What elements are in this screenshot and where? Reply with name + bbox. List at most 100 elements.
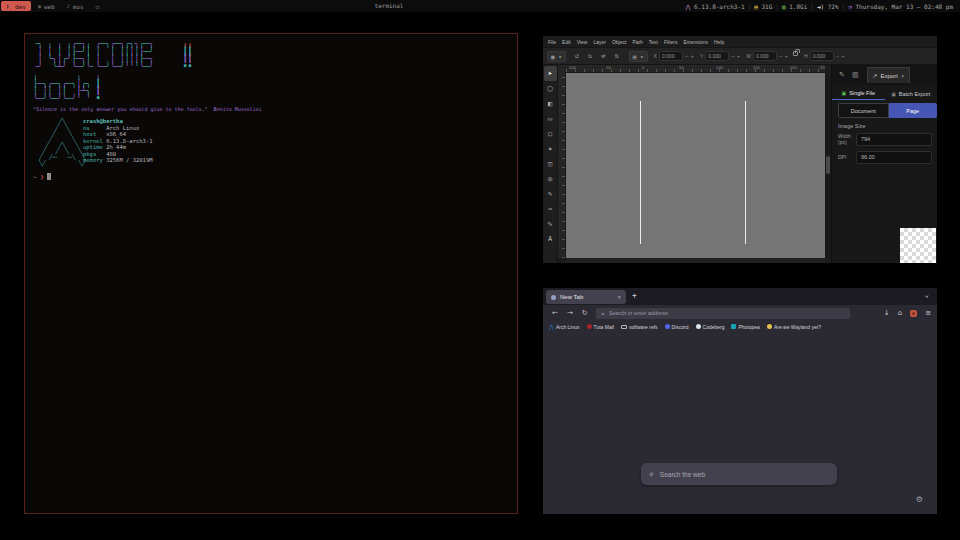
codeberg-icon	[696, 324, 701, 329]
subtab-batch-export[interactable]: ▣Batch Export	[885, 87, 938, 100]
url-bar[interactable]: ⌕ Search or enter address	[596, 308, 850, 320]
fetch-info: crash@bertha os Arch Linux host x86_64 k…	[83, 118, 153, 164]
inkscape-canvas[interactable]	[566, 73, 825, 258]
ram-icon: ▥	[782, 3, 786, 10]
close-export-tab-icon[interactable]: ×	[901, 73, 905, 79]
star-tool[interactable]: ✶	[544, 141, 557, 156]
workspace-dev[interactable]: ❯_dev	[1, 1, 31, 11]
h-input[interactable]: 0.000	[810, 51, 834, 61]
reload-button[interactable]: ↻	[582, 309, 588, 317]
menu-path[interactable]: Path	[632, 39, 642, 45]
menu-layer[interactable]: Layer	[593, 39, 606, 45]
flip-horizontal-icon[interactable]: ⇄	[601, 52, 605, 60]
y-input[interactable]: 0.000	[705, 51, 729, 61]
node-tool[interactable]: ⬡	[544, 81, 557, 96]
active-tab[interactable]: New Tab ×	[546, 290, 626, 304]
pencil-tool[interactable]: ✎	[544, 186, 557, 201]
bookmark-codeberg[interactable]: Codeberg	[696, 324, 725, 330]
rectangle-tool[interactable]: ▭	[544, 111, 557, 126]
extension-icon[interactable]	[910, 310, 917, 317]
workspace-mus[interactable]: ♪mus	[62, 1, 89, 11]
decrement-icon[interactable]: −	[836, 53, 840, 59]
shape-builder-tool[interactable]: ◧	[544, 96, 557, 111]
separator: |	[748, 3, 752, 10]
bookmark-software-refs[interactable]: software refs	[621, 324, 658, 330]
cursor	[47, 173, 51, 180]
flip-vertical-icon[interactable]: ⇅	[615, 52, 619, 60]
ruler-label: 250	[820, 65, 825, 70]
workspace-web[interactable]: ◍web	[33, 1, 60, 11]
dialog-tab-strip: ✎ ▥ ↗ Export ×	[832, 65, 937, 85]
firefox-window[interactable]: New Tab × + ⌄ ← → ↻ ⌕ Search or enter ad…	[543, 288, 937, 514]
bookmark-are-we-wayland-yet-[interactable]: Are we Wayland yet?	[767, 324, 821, 330]
shell-prompt[interactable]: ~ ❯	[33, 173, 51, 180]
objects-dialog-icon[interactable]: ✎	[839, 71, 845, 79]
increment-icon[interactable]: +	[737, 53, 741, 59]
forward-button[interactable]: →	[567, 309, 573, 317]
pen-tool[interactable]: ✑	[544, 201, 557, 216]
web-search-box[interactable]: ⌕ Search the web	[641, 463, 837, 485]
align-dropdown[interactable]: ▤ ▾	[629, 51, 648, 62]
new-tab-button[interactable]: +	[632, 291, 637, 300]
selector-tool[interactable]: ➤	[544, 66, 557, 81]
layers-dialog-icon[interactable]: ▥	[852, 71, 859, 79]
box3d-tool[interactable]: ◫	[544, 156, 557, 171]
volume-icon: ◄)	[817, 3, 824, 10]
spiral-tool[interactable]: ◎	[544, 171, 557, 186]
bookmark-arch-linux[interactable]: ⋀Arch Linux	[549, 323, 580, 330]
width-input[interactable]: 794	[856, 133, 932, 146]
ellipse-tool[interactable]: ○	[544, 126, 557, 141]
lock-ratio-icon[interactable]	[793, 51, 798, 56]
w-input[interactable]: 0.000	[753, 51, 777, 61]
menu-view[interactable]: View	[577, 39, 588, 45]
menu-extensions[interactable]: Extensions	[684, 39, 708, 45]
width-label: Width (px)	[838, 134, 856, 145]
inkscape-window[interactable]: File Edit View Layer Object Path Text Filters Ex…	[543, 36, 937, 263]
menu-filters[interactable]: Filters	[664, 39, 678, 45]
dpi-label: DPI	[838, 155, 856, 161]
export-panel: ✎ ▥ ↗ Export × ▣Single File▣Batch Export…	[831, 65, 937, 263]
calligraphy-tool[interactable]: ∿	[544, 216, 557, 231]
export-document-button[interactable]: Document	[838, 103, 889, 118]
ruler-label: 200	[790, 65, 797, 70]
bookmark-photopea[interactable]: Photopea	[731, 324, 759, 330]
x-input[interactable]: 0.000	[659, 51, 683, 61]
export-page-button[interactable]: Page	[889, 103, 938, 118]
dpi-input[interactable]: 96.00	[856, 151, 932, 164]
bookmark-tuta-mail[interactable]: Tuta Mail	[587, 324, 614, 330]
tab-close-icon[interactable]: ×	[617, 294, 621, 300]
menu-edit[interactable]: Edit	[562, 39, 571, 45]
text-tool[interactable]: A	[544, 231, 557, 246]
canvas-horizontal-scrollbar[interactable]	[566, 258, 825, 263]
subtab-single-file[interactable]: ▣Single File	[832, 87, 885, 100]
menu-icon[interactable]: ≡	[925, 309, 931, 317]
increment-icon[interactable]: +	[841, 53, 845, 59]
downloads-icon[interactable]: ↓	[884, 309, 890, 317]
back-button[interactable]: ←	[552, 309, 558, 317]
terminal-window[interactable]: ╶╮ ╷ ╷ ╷╭─╮╷ ╭─╮╭─╮╭╮╮╭─╮ ╻╻ │ │ │ │├─╯│…	[24, 33, 518, 514]
navigation-bar: ← → ↻ ⌕ Search or enter address ↓ ⌂ ≡	[543, 305, 937, 321]
layout-indicator-icon[interactable]: ◻	[96, 3, 100, 10]
decrement-icon[interactable]: −	[731, 53, 735, 59]
increment-icon[interactable]: +	[690, 53, 694, 59]
personalize-gear-icon[interactable]: ⚙	[916, 495, 923, 504]
increment-icon[interactable]: +	[785, 53, 789, 59]
menu-help[interactable]: Help	[714, 39, 724, 45]
decrement-icon[interactable]: −	[685, 53, 689, 59]
list-all-tabs-icon[interactable]: ⌄	[925, 291, 929, 299]
menu-file[interactable]: File	[548, 39, 556, 45]
selection-mode-dropdown[interactable]: ▦ ▾	[547, 51, 566, 62]
focused-window-title: terminal	[375, 0, 404, 12]
export-dialog-tab[interactable]: ↗ Export ×	[867, 67, 911, 83]
menu-object[interactable]: Object	[612, 39, 626, 45]
decrement-icon[interactable]: −	[779, 53, 783, 59]
arch-icon: ⋀	[549, 323, 554, 330]
home-icon[interactable]: ⌂	[898, 309, 902, 317]
bookmark-discord[interactable]: Discord	[665, 324, 689, 330]
rotate-cw-icon[interactable]: ↻	[588, 52, 592, 60]
tab-bar: New Tab × + ⌄	[543, 288, 937, 305]
ruler-label: 100	[716, 65, 723, 70]
rotate-ccw-icon[interactable]: ↺	[575, 52, 579, 60]
menu-text[interactable]: Text	[649, 39, 658, 45]
export-area-mode: Document Page	[838, 103, 937, 118]
